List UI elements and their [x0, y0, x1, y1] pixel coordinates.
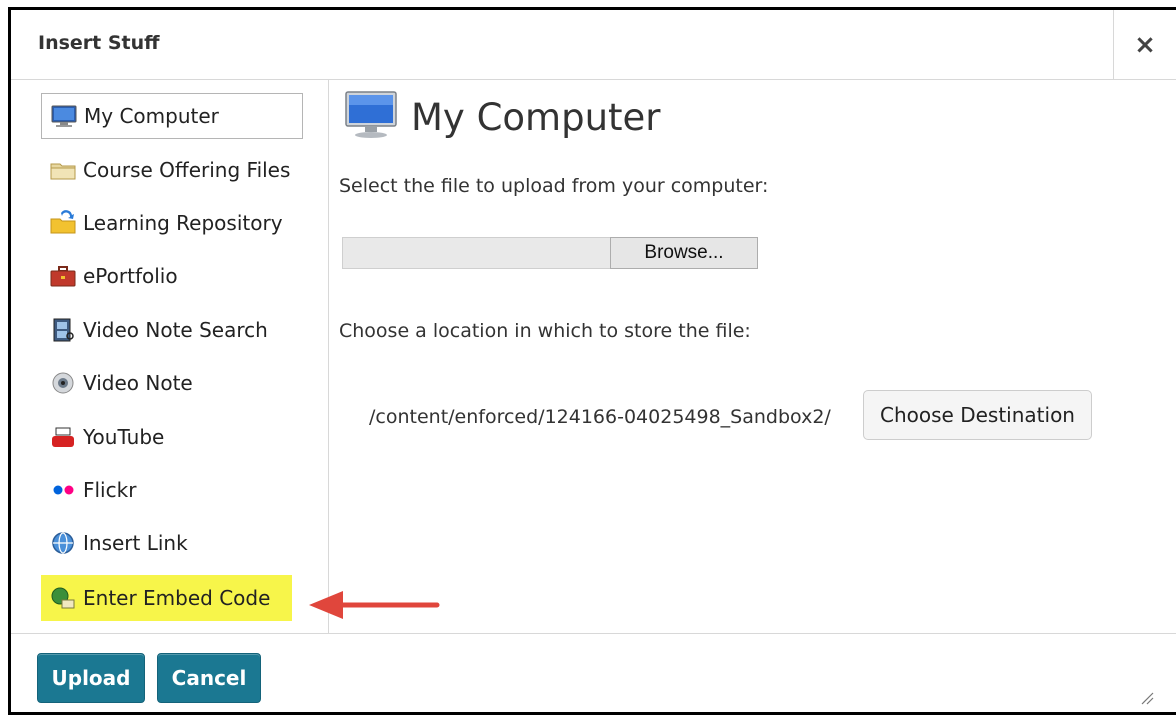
- flickr-icon: [49, 477, 77, 503]
- close-button[interactable]: ×: [1113, 10, 1176, 79]
- sidebar-item-label: Flickr: [83, 478, 137, 502]
- insert-stuff-dialog: Insert Stuff × My Computer Course Offeri…: [8, 7, 1176, 715]
- location-prompt: Choose a location in which to store the …: [339, 320, 751, 342]
- dialog-title: Insert Stuff: [38, 32, 160, 54]
- sidebar-item-youtube[interactable]: YouTube: [41, 414, 303, 460]
- dialog-footer: Upload Cancel: [11, 633, 1176, 718]
- sidebar-item-label: Insert Link: [83, 531, 188, 555]
- close-icon: ×: [1134, 29, 1156, 60]
- main-title-row: My Computer: [343, 90, 661, 144]
- sidebar-item-label: YouTube: [83, 425, 165, 449]
- sidebar-item-video-note[interactable]: Video Note: [41, 360, 303, 406]
- resize-grip-icon[interactable]: [1140, 690, 1154, 705]
- sidebar-item-label: ePortfolio: [83, 264, 178, 288]
- sidebar-item-label: Learning Repository: [83, 211, 283, 235]
- sidebar-item-course-offering-files[interactable]: Course Offering Files: [41, 147, 303, 193]
- source-sidebar: My Computer Course Offering Files Learni…: [11, 80, 329, 633]
- choose-destination-button[interactable]: Choose Destination: [863, 390, 1092, 440]
- dialog-header: Insert Stuff ×: [11, 10, 1176, 80]
- globe-link-icon: [49, 530, 77, 556]
- page-title: My Computer: [411, 95, 661, 139]
- sidebar-item-label: My Computer: [84, 104, 219, 128]
- sidebar-item-label: Video Note Search: [83, 318, 268, 342]
- repository-folder-icon: [49, 210, 77, 236]
- folder-icon: [49, 157, 77, 183]
- briefcase-icon: [49, 263, 77, 289]
- file-path-field[interactable]: [342, 237, 612, 269]
- monitor-icon: [50, 103, 78, 129]
- youtube-icon: [49, 424, 77, 450]
- sidebar-item-label: Video Note: [83, 371, 193, 395]
- monitor-icon: [343, 90, 399, 144]
- sidebar-item-eportfolio[interactable]: ePortfolio: [41, 253, 303, 299]
- browse-button[interactable]: Browse...: [610, 237, 758, 269]
- annotation-arrow-icon: [309, 591, 440, 619]
- webcam-icon: [49, 370, 77, 396]
- sidebar-item-label: Course Offering Files: [83, 158, 291, 182]
- sidebar-item-my-computer[interactable]: My Computer: [41, 93, 303, 139]
- sidebar-item-learning-repository[interactable]: Learning Repository: [41, 200, 303, 246]
- main-panel: My Computer Select the file to upload fr…: [329, 80, 1176, 633]
- embed-code-icon: [49, 585, 77, 611]
- cancel-button[interactable]: Cancel: [157, 653, 261, 703]
- sidebar-item-insert-link[interactable]: Insert Link: [41, 520, 303, 566]
- sidebar-item-label: Enter Embed Code: [83, 586, 271, 610]
- destination-path: /content/enforced/124166-04025498_Sandbo…: [369, 406, 831, 428]
- sidebar-item-video-note-search[interactable]: Video Note Search: [41, 307, 303, 353]
- upload-prompt: Select the file to upload from your comp…: [339, 175, 769, 197]
- upload-button[interactable]: Upload: [37, 653, 145, 703]
- sidebar-item-enter-embed-code[interactable]: Enter Embed Code: [41, 575, 292, 621]
- film-search-icon: [49, 317, 77, 343]
- sidebar-item-flickr[interactable]: Flickr: [41, 467, 303, 513]
